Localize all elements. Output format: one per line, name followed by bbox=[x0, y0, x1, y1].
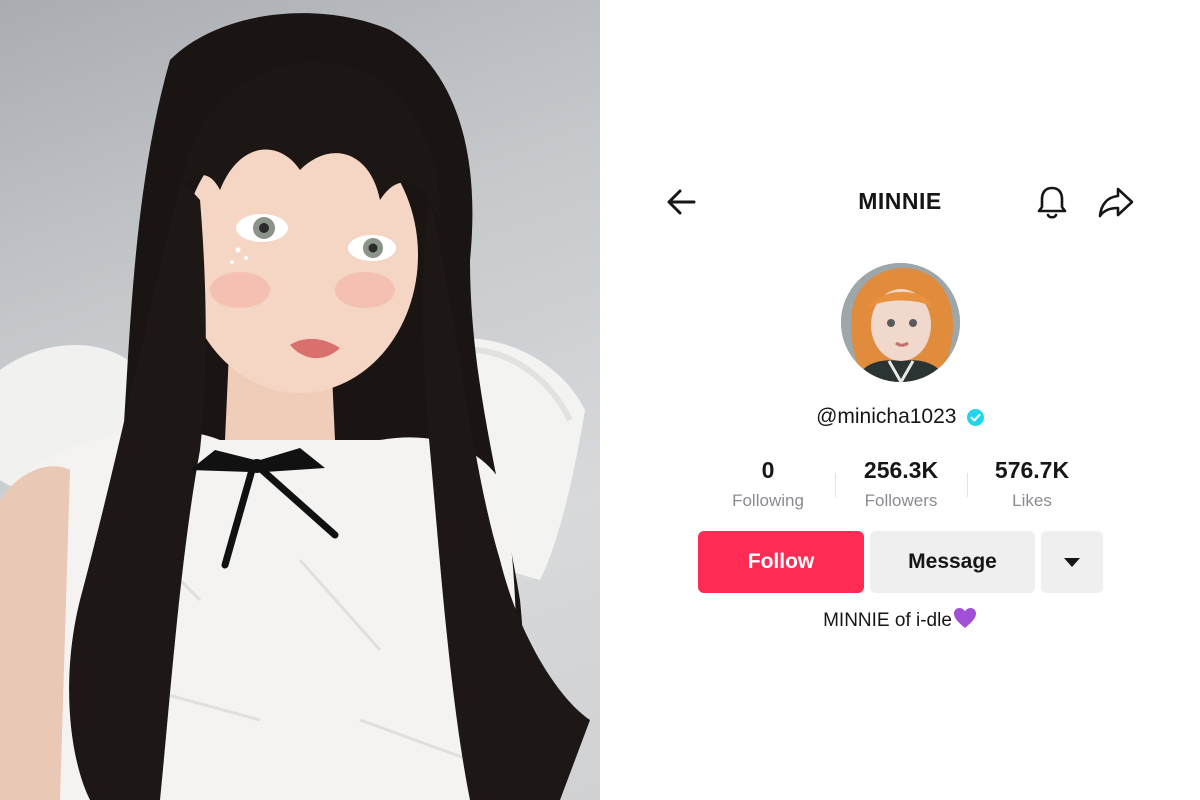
stat-following[interactable]: 0 Following bbox=[698, 455, 838, 511]
notifications-button[interactable] bbox=[1034, 183, 1070, 221]
profile-photo bbox=[0, 0, 600, 800]
more-options-button[interactable] bbox=[1041, 531, 1103, 593]
username-row: @minicha1023 bbox=[600, 405, 1200, 429]
bell-icon bbox=[1037, 186, 1067, 219]
bio-text: MINNIE of i-dle bbox=[823, 610, 952, 631]
stat-label: Followers bbox=[864, 491, 938, 510]
stat-followers[interactable]: 256.3K Followers bbox=[831, 455, 971, 511]
profile-panel: MINNIE @minicha1023 0 Following 256.3K F… bbox=[600, 0, 1200, 800]
person-photo-illustration bbox=[0, 13, 590, 800]
stats-row: 0 Following 256.3K Followers 576.7K Like… bbox=[600, 455, 1200, 517]
stat-label: Likes bbox=[1012, 491, 1052, 510]
share-arrow-icon bbox=[1098, 187, 1134, 218]
avatar[interactable] bbox=[841, 263, 960, 382]
bio: MINNIE of i-dle bbox=[600, 607, 1200, 632]
share-button[interactable] bbox=[1096, 183, 1136, 221]
stat-value: 576.7K bbox=[994, 457, 1070, 483]
verified-check-icon bbox=[966, 408, 984, 426]
stat-value: 0 bbox=[761, 457, 775, 483]
follow-button[interactable]: Follow bbox=[698, 531, 864, 593]
username: @minicha1023 bbox=[816, 405, 957, 428]
stat-label: Following bbox=[732, 491, 804, 510]
caret-down-icon bbox=[1064, 557, 1080, 567]
stat-value: 256.3K bbox=[863, 457, 939, 483]
avatar-image bbox=[841, 263, 960, 382]
stat-likes[interactable]: 576.7K Likes bbox=[962, 455, 1102, 511]
purple-heart-icon bbox=[953, 608, 976, 628]
message-button[interactable]: Message bbox=[870, 531, 1035, 593]
top-bar: MINNIE bbox=[600, 170, 1200, 234]
